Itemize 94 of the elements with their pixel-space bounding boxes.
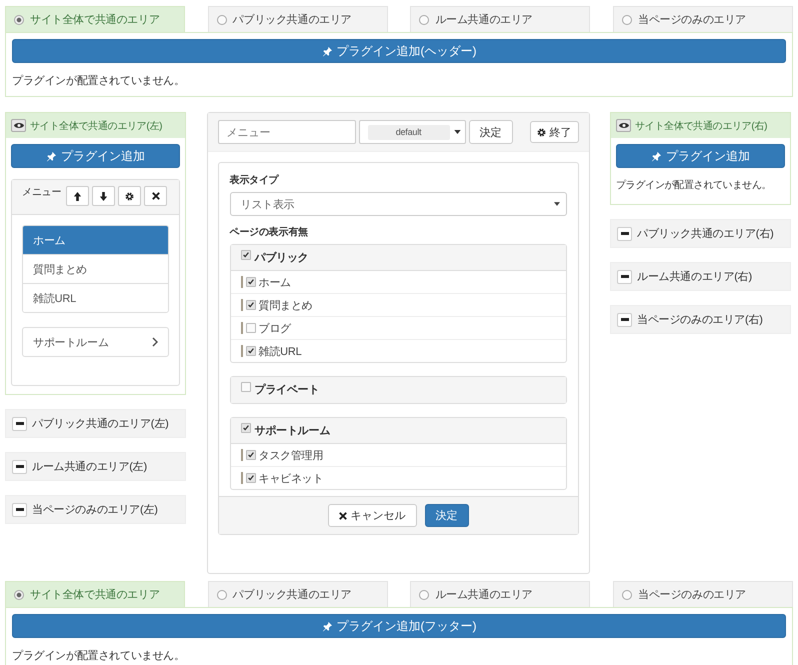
expand-button[interactable]: [617, 270, 632, 284]
group-label: プライベート: [254, 382, 320, 397]
group-label: サポートルーム: [254, 424, 330, 438]
checkbox[interactable]: [246, 323, 256, 333]
field-label: 表示タイプ: [230, 173, 280, 187]
visibility-button[interactable]: [11, 119, 26, 132]
minus-icon: [16, 465, 24, 468]
caret-icon: [454, 130, 460, 134]
area-tab[interactable]: パブリック共通のエリア: [208, 581, 388, 607]
indent-marker: [240, 276, 242, 288]
checkbox[interactable]: [246, 277, 256, 287]
add-plugin-button[interactable]: プラグイン追加(フッター): [12, 614, 786, 638]
minus-icon: [620, 318, 628, 321]
pin-icon: [322, 620, 332, 632]
pin-icon: [46, 150, 57, 162]
settings-icon: [536, 128, 546, 136]
caret-icon: [554, 202, 560, 206]
checkbox[interactable]: [246, 346, 256, 356]
end-button[interactable]: 終了: [530, 121, 578, 143]
add-plugin-button[interactable]: プラグイン追加: [616, 144, 785, 168]
area-title: ルーム共通のエリア(右): [637, 270, 752, 284]
plugin-name-field[interactable]: メニュー: [218, 120, 356, 144]
expand-button[interactable]: [12, 502, 27, 516]
checkbox[interactable]: [246, 450, 256, 460]
pin-icon: [651, 150, 662, 162]
expand-button[interactable]: [12, 416, 27, 430]
close-icon: [338, 512, 346, 520]
plugin-title: メニュー: [22, 186, 62, 199]
area-title: サイト全体で共通のエリア(左): [30, 120, 162, 132]
page-label: キャビネット: [258, 472, 324, 486]
area-title: パブリック共通のエリア(左): [32, 416, 169, 431]
add-plugin-button[interactable]: プラグイン追加(ヘッダー): [12, 39, 786, 63]
indent-marker: [240, 449, 242, 461]
checkbox[interactable]: [240, 250, 250, 260]
move-up-button[interactable]: [66, 186, 90, 206]
checkbox[interactable]: [240, 423, 250, 433]
empty-message: プラグインが配置されていません。: [12, 648, 186, 663]
expand-button[interactable]: [12, 460, 27, 474]
area-title: 当ページのみのエリア(左): [32, 503, 158, 517]
menu-item[interactable]: 雑読URL: [23, 283, 168, 312]
page-label: タスク管理用: [258, 448, 324, 462]
close-icon: [152, 192, 160, 200]
eye-icon: [618, 122, 628, 129]
display-type-select[interactable]: リスト表示: [230, 192, 566, 216]
pin-icon: [322, 46, 332, 56]
chevron-right-icon: [152, 337, 158, 347]
page-label: 雑読URL: [258, 344, 302, 358]
group-label: パブリック: [254, 250, 309, 265]
visibility-button[interactable]: [616, 119, 631, 132]
area-tab[interactable]: パブリック共通のエリア: [208, 6, 388, 32]
area-title: ルーム共通のエリア(左): [32, 460, 147, 474]
menu-item[interactable]: ホーム: [23, 226, 168, 254]
settings-button[interactable]: [118, 186, 142, 206]
checkbox[interactable]: [246, 300, 256, 310]
cancel-button[interactable]: キャンセル: [328, 504, 416, 527]
submit-button[interactable]: 決定: [424, 504, 468, 527]
area-tab[interactable]: ルーム共通のエリア: [410, 581, 590, 607]
empty-message: プラグインが配置されていません。: [12, 74, 186, 88]
area-title: パブリック共通のエリア(右): [637, 226, 774, 241]
frame-select[interactable]: default: [358, 120, 466, 144]
area-title: サイト全体で共通のエリア(右): [635, 120, 768, 132]
area-tab[interactable]: 当ページのみのエリア: [612, 6, 793, 32]
menu-item[interactable]: サポートルーム: [22, 327, 169, 357]
area-tab[interactable]: 当ページのみのエリア: [612, 581, 793, 607]
expand-button[interactable]: [617, 312, 632, 326]
field-label: ページの表示有無: [230, 226, 309, 239]
minus-icon: [16, 422, 24, 425]
apply-button[interactable]: 決定: [468, 120, 512, 144]
page-label: ホーム: [258, 276, 291, 290]
settings-icon: [125, 192, 134, 200]
indent-marker: [240, 472, 242, 484]
minus-icon: [16, 508, 24, 511]
frame-name: default: [368, 124, 450, 140]
page-label: 質問まとめ: [258, 298, 313, 312]
area-title: 当ページのみのエリア(右): [637, 313, 763, 327]
minus-icon: [620, 232, 628, 235]
checkbox[interactable]: [240, 382, 250, 392]
area-tab[interactable]: サイト全体で共通のエリア: [5, 6, 185, 32]
add-plugin-button[interactable]: プラグイン追加: [11, 144, 180, 168]
area-tab[interactable]: サイト全体で共通のエリア: [5, 581, 185, 607]
minus-icon: [620, 275, 628, 278]
arrow-down-icon: [99, 192, 108, 200]
page-label: ブログ: [258, 322, 291, 336]
expand-button[interactable]: [617, 226, 632, 240]
eye-icon: [14, 122, 24, 129]
empty-message: プラグインが配置されていません。: [616, 178, 772, 192]
close-button[interactable]: [144, 186, 168, 206]
indent-marker: [240, 345, 242, 357]
indent-marker: [240, 299, 242, 311]
checkbox[interactable]: [246, 473, 256, 483]
arrow-up-icon: [73, 192, 82, 200]
indent-marker: [240, 322, 242, 334]
area-tab[interactable]: ルーム共通のエリア: [410, 6, 590, 32]
move-down-button[interactable]: [92, 186, 116, 206]
